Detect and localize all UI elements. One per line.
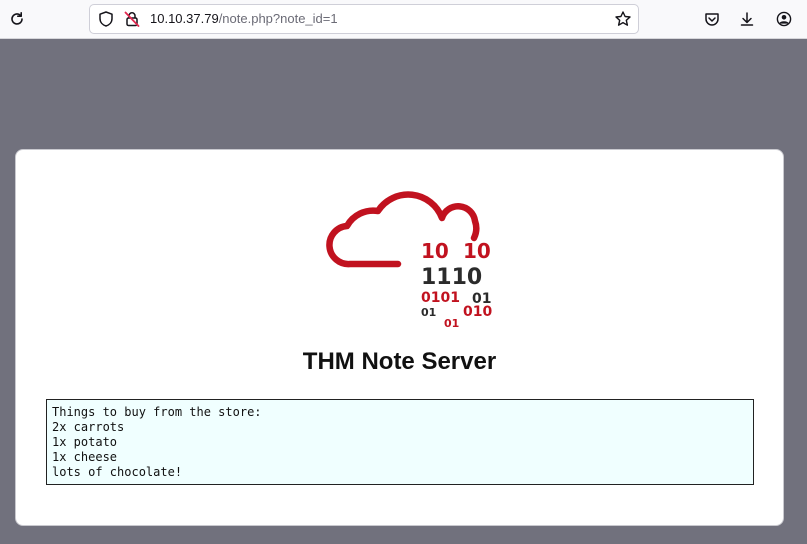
download-icon xyxy=(740,12,754,26)
note-content: Things to buy from the store: 2x carrots… xyxy=(46,399,754,485)
site-info-button[interactable] xyxy=(123,10,141,28)
shield-icon xyxy=(99,11,113,27)
logo-bits-row1-right: 10 xyxy=(463,239,491,263)
logo-bits-row4-left: 01 xyxy=(421,306,436,319)
account-button[interactable] xyxy=(773,8,795,30)
tracking-protection-button[interactable] xyxy=(97,10,115,28)
logo-bits-row3-left: 0101 xyxy=(421,290,460,306)
note-line: 1x cheese xyxy=(52,450,118,464)
pocket-icon xyxy=(705,13,719,26)
url-path: /note.php?note_id=1 xyxy=(218,11,338,26)
account-icon xyxy=(776,11,792,27)
reload-icon xyxy=(11,12,23,25)
thm-cloud-logo-icon: 10 10 1110 0101 01 01 010 01 xyxy=(326,191,492,330)
note-line: 1x potato xyxy=(52,435,118,449)
note-line: Things to buy from the store: xyxy=(52,405,262,419)
logo-bits-row2: 1110 xyxy=(421,265,482,290)
logo-bits-row4-right: 010 xyxy=(463,304,492,320)
url-host: 10.10.37.79 xyxy=(150,11,219,26)
logo-bits-row5: 01 xyxy=(444,317,459,330)
downloads-button[interactable] xyxy=(736,8,758,30)
reload-button[interactable] xyxy=(6,8,28,30)
pocket-button[interactable] xyxy=(701,8,723,30)
logo-bits-row1-left: 10 xyxy=(421,239,449,263)
insecure-lock-icon xyxy=(124,11,140,27)
star-icon xyxy=(615,11,631,26)
page-title: THM Note Server xyxy=(302,348,497,375)
note-line: lots of chocolate! xyxy=(52,465,183,479)
url-bar[interactable]: 10.10.37.79/note.php?note_id=1 xyxy=(89,4,639,34)
note-card: 10 10 1110 0101 01 01 010 01 THM Note Se… xyxy=(15,149,784,526)
bookmark-button[interactable] xyxy=(614,10,632,28)
url-text[interactable]: 10.10.37.79/note.php?note_id=1 xyxy=(150,11,338,26)
browser-toolbar: 10.10.37.79/note.php?note_id=1 xyxy=(0,0,807,39)
note-line: 2x carrots xyxy=(52,420,125,434)
